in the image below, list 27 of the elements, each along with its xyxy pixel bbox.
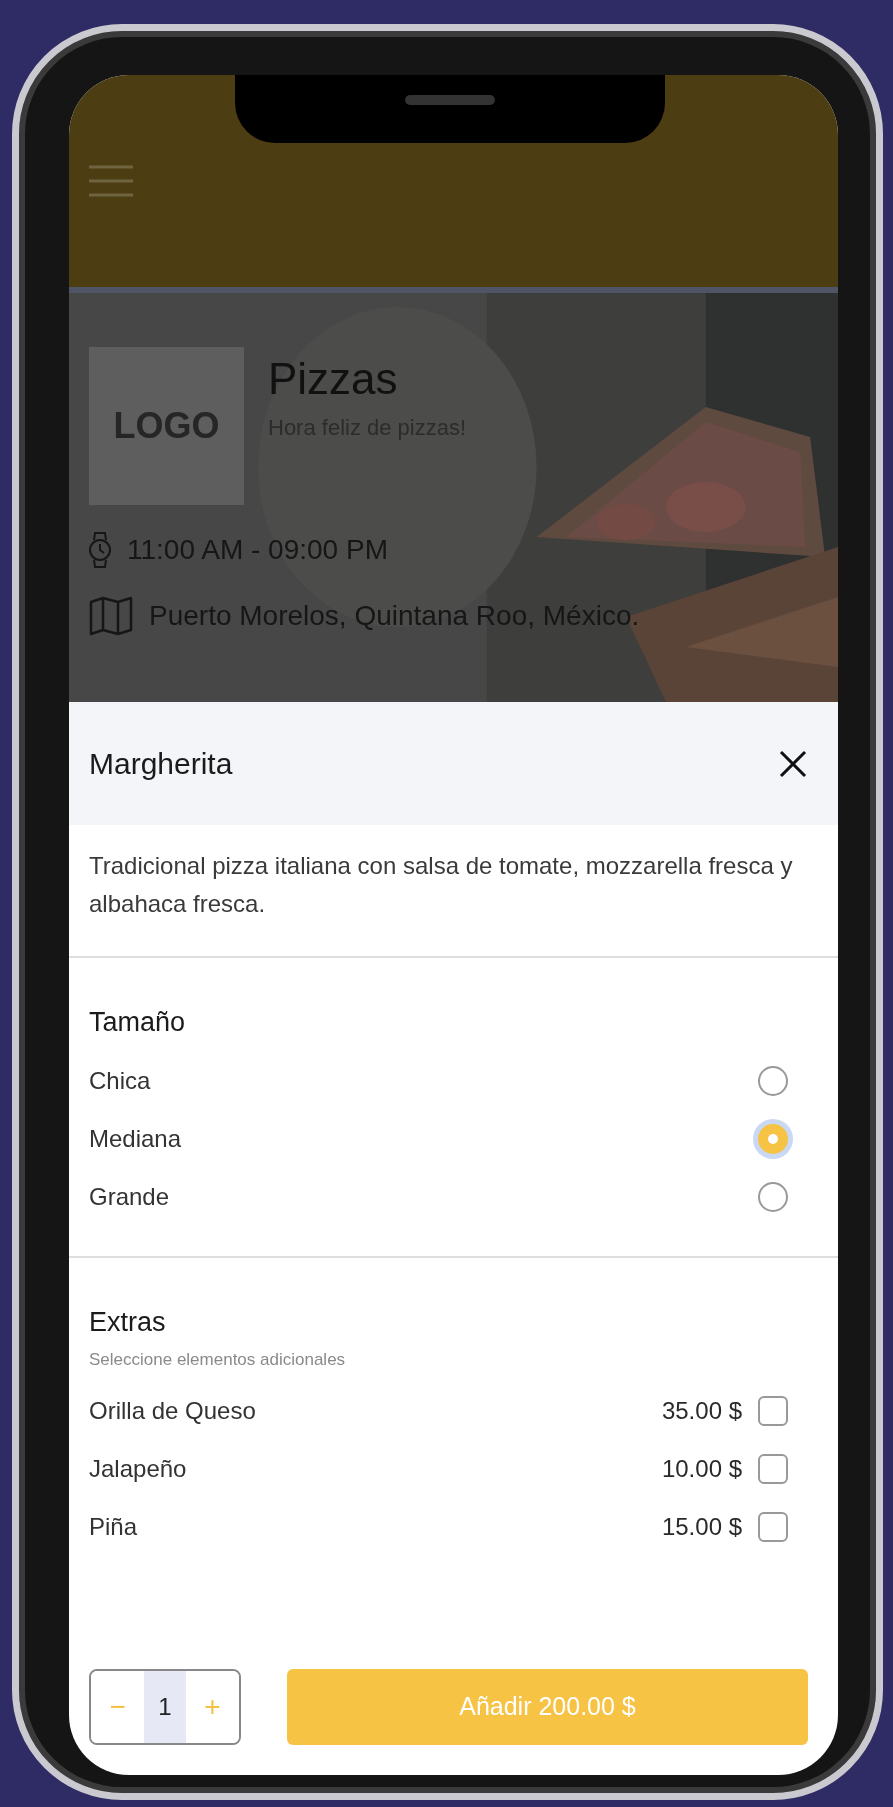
close-icon[interactable] bbox=[778, 748, 808, 779]
add-to-cart-button[interactable]: Añadir 200.00 $ bbox=[287, 1669, 808, 1745]
store-name: Pizzas bbox=[268, 355, 399, 404]
option-price: 15.00 $ bbox=[661, 1512, 742, 1543]
option-label: Orilla de Queso bbox=[89, 1396, 257, 1427]
quantity-value[interactable]: 1 bbox=[144, 1671, 186, 1743]
section-title: Tamaño bbox=[89, 1005, 187, 1039]
watch-icon bbox=[89, 532, 111, 568]
option-label: Grande bbox=[89, 1182, 171, 1213]
option-label: Jalapeño bbox=[89, 1454, 188, 1485]
store-logo: LOGO bbox=[89, 347, 244, 505]
menu-icon[interactable] bbox=[87, 163, 135, 199]
option-label: Chica bbox=[89, 1066, 152, 1097]
option-price: 10.00 $ bbox=[661, 1454, 742, 1485]
section-title: Extras bbox=[89, 1306, 167, 1340]
checkbox[interactable] bbox=[758, 1396, 788, 1427]
checkbox[interactable] bbox=[758, 1454, 788, 1485]
option-price: 35.00 $ bbox=[661, 1396, 742, 1427]
radio-button[interactable] bbox=[758, 1066, 788, 1097]
map-icon bbox=[89, 596, 133, 636]
checkbox[interactable] bbox=[758, 1512, 788, 1543]
option-label: Piña bbox=[89, 1512, 139, 1543]
product-description: Tradicional pizza italiana con salsa de tomate, mozzarella fresca y albahaca fresca. bbox=[69, 825, 838, 958]
section-subtitle: Seleccione elementos adicionales bbox=[89, 1348, 347, 1371]
radio-button[interactable] bbox=[758, 1182, 788, 1213]
option-label: Mediana bbox=[89, 1124, 183, 1155]
modal-title: Margherita bbox=[89, 746, 233, 782]
